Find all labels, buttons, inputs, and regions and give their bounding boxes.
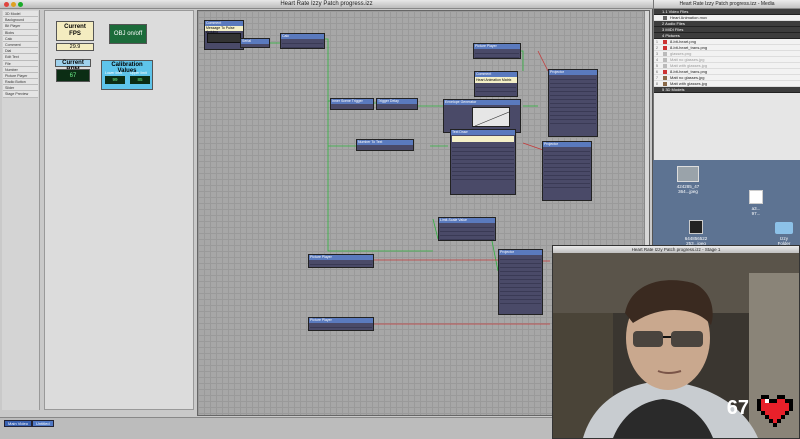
image-icon — [663, 52, 667, 56]
zoom-window-button[interactable] — [18, 2, 23, 7]
node-comment-text: Message To Pulse Arduino — [205, 26, 243, 34]
heart-icon — [663, 46, 667, 50]
scene-tab-main-video[interactable]: Main Video — [4, 420, 32, 427]
envelope-generator-node[interactable]: Envelope Generator — [443, 99, 521, 133]
folder-icon[interactable] — [775, 222, 793, 234]
desktop-file-label[interactable]: 424285_47 364...jpeg — [673, 184, 703, 194]
envelope-graph — [472, 107, 510, 127]
picture-player-node-3[interactable]: Picture Player — [308, 317, 374, 331]
number-to-text-node[interactable]: Number To Text — [356, 139, 414, 151]
calibration-group: Calibration Values Lower limit Upper lim… — [101, 60, 153, 90]
desktop-file-label[interactable]: a3... 97... — [741, 206, 771, 216]
node-title: Serial — [241, 39, 269, 44]
projector-node-1[interactable]: Projector — [548, 69, 598, 137]
actor-toolbox: 3D Model Background Bit Player Blobs Cal… — [2, 10, 40, 410]
media-item[interactable]: Heart Animation.mov — [654, 15, 800, 21]
lower-limit-label: Lower limit — [105, 71, 122, 75]
lower-limit-field[interactable]: 99 — [105, 76, 125, 84]
fps-label: Current FPS — [56, 21, 94, 41]
media-item[interactable]: 8 Matt with glasses.jpg — [654, 81, 800, 87]
toolbox-item[interactable]: Stage Preview — [3, 91, 38, 98]
node-title: Number To Text — [357, 140, 413, 145]
limit-scale-node[interactable]: Limit-Scale Value — [438, 217, 496, 241]
image-icon — [663, 64, 667, 68]
node-comment-text: Heart Animation Matrix — [475, 77, 517, 83]
obj-toggle-button[interactable]: OBJ on/off — [109, 24, 147, 44]
node-title: Inner Scene Trigger — [331, 99, 373, 104]
serial-node[interactable]: Serial — [240, 38, 270, 48]
heart-icon — [663, 40, 667, 44]
image-file-icon[interactable] — [677, 166, 699, 182]
control-panel: Current FPS 29.9 OBJ on/off Current BPM … — [44, 10, 194, 410]
scene-tab-untitled[interactable]: Untitled — [32, 420, 54, 427]
pixel-heart-icon — [757, 395, 793, 427]
trigger-delay-node[interactable]: Trigger Delay — [376, 98, 418, 110]
desktop: 424285_47 364...jpeg a3... 97... 6448565… — [653, 160, 800, 246]
image-file-icon[interactable] — [689, 220, 703, 234]
fps-value: 29.9 — [56, 43, 94, 51]
image-icon — [663, 58, 667, 62]
node-title: Envelope Generator — [444, 100, 520, 105]
minimize-window-button[interactable] — [11, 2, 16, 7]
media-window-title: Heart Rate Izzy Patch progress.izz - Med… — [654, 0, 800, 9]
main-window-title: Heart Rate Izzy Patch progress.izz — [280, 1, 373, 7]
picture-player-node-2[interactable]: Picture Player — [308, 254, 374, 268]
projector-node-2[interactable]: Projector — [542, 141, 592, 201]
inner-scene-trigger-node[interactable]: Inner Scene Trigger — [330, 98, 374, 110]
text-draw-node[interactable]: Text Draw — [450, 129, 516, 195]
projector-node-3[interactable]: Projector — [498, 249, 543, 315]
stage-window: Heart Rate Izzy Patch progress.izz - Sta… — [552, 245, 800, 439]
node-title: Trigger Delay — [377, 99, 417, 104]
heart-icon — [663, 70, 667, 74]
bpm-value: 67 — [56, 69, 90, 82]
main-titlebar: Heart Rate Izzy Patch progress.izz — [0, 0, 653, 9]
upper-limit-label: Upper limit — [130, 71, 147, 75]
image-icon — [663, 82, 667, 86]
media-window: Heart Rate Izzy Patch progress.izz - Med… — [653, 0, 800, 160]
stage-window-title: Heart Rate Izzy Patch progress.izz - Sta… — [553, 246, 799, 253]
upper-limit-field[interactable]: 85 — [130, 76, 150, 84]
heart-matrix-comment-node[interactable]: Comment Heart Animation Matrix — [474, 71, 518, 97]
calc-node[interactable]: Calc — [280, 33, 325, 49]
stage-bpm-readout: 67 — [726, 397, 749, 419]
media-section-3d[interactable]: 5 3D Models — [654, 87, 800, 93]
webcam-feed: 67 — [553, 253, 799, 438]
bpm-label: Current BPM — [55, 59, 91, 73]
image-icon — [663, 76, 667, 80]
comment-node-arduino[interactable]: Comment Message To Pulse Arduino — [204, 20, 244, 50]
movie-icon — [663, 16, 667, 20]
node-title: Text Draw — [451, 130, 515, 135]
document-file-icon[interactable] — [749, 190, 763, 204]
close-window-button[interactable] — [4, 2, 9, 7]
picture-player-node-1[interactable]: Picture Player — [473, 43, 521, 59]
